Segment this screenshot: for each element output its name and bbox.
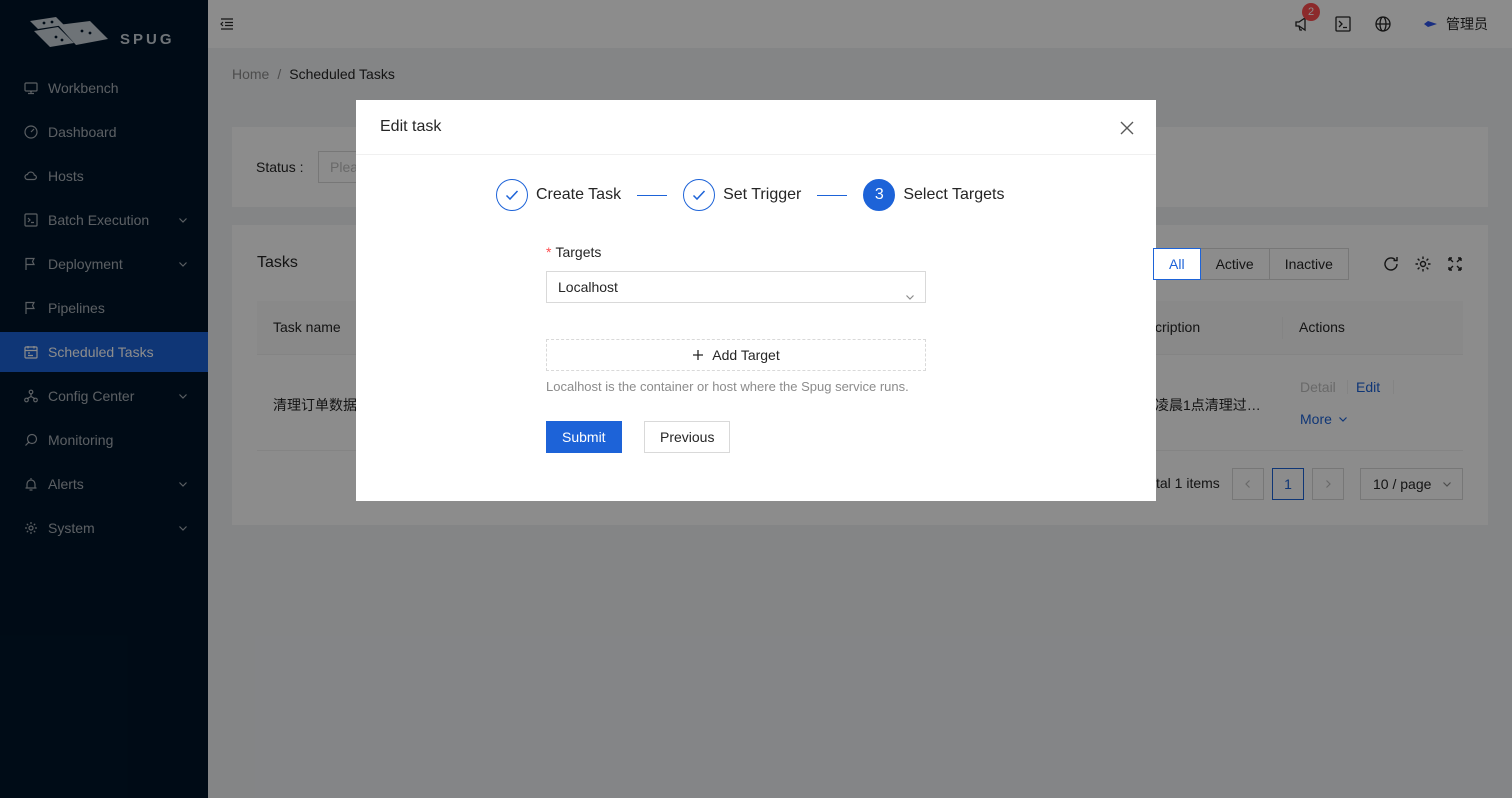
targets-select-value: Localhost (558, 279, 618, 295)
check-icon (683, 179, 716, 211)
add-target-label: Add Target (712, 347, 780, 363)
previous-button[interactable]: Previous (644, 421, 731, 453)
step-title: Set Trigger (723, 186, 802, 203)
add-target-button[interactable]: Add Target (546, 339, 926, 371)
plus-icon (693, 350, 704, 360)
step-set-trigger: Set Trigger (683, 179, 801, 211)
targets-label-text: Targets (555, 244, 602, 260)
check-icon (496, 179, 528, 211)
chevron-down-icon (905, 282, 915, 312)
step-create-task: Create Task (496, 179, 621, 211)
step-title: Create Task (536, 186, 622, 203)
modal-title: Edit task (380, 118, 442, 135)
edit-task-modal: Edit task Create Task Set Trigger 3 Sele… (356, 100, 1156, 501)
required-mark: * (546, 244, 552, 260)
targets-hint: Localhost is the container or host where… (546, 379, 909, 394)
close-icon[interactable] (1116, 117, 1138, 139)
step-connector (637, 194, 668, 196)
targets-select[interactable]: Localhost (546, 271, 926, 303)
segment-all[interactable]: All (1153, 248, 1201, 280)
step-select-targets: 3 Select Targets (863, 179, 1004, 211)
targets-label: * Targets (546, 244, 601, 260)
step-number: 3 (863, 179, 896, 211)
steps: Create Task Set Trigger 3 Select Targets (496, 179, 1004, 211)
step-connector (817, 194, 848, 196)
step-title: Select Targets (903, 186, 1005, 203)
submit-button[interactable]: Submit (546, 421, 622, 453)
modal-header: Edit task (356, 100, 1156, 155)
